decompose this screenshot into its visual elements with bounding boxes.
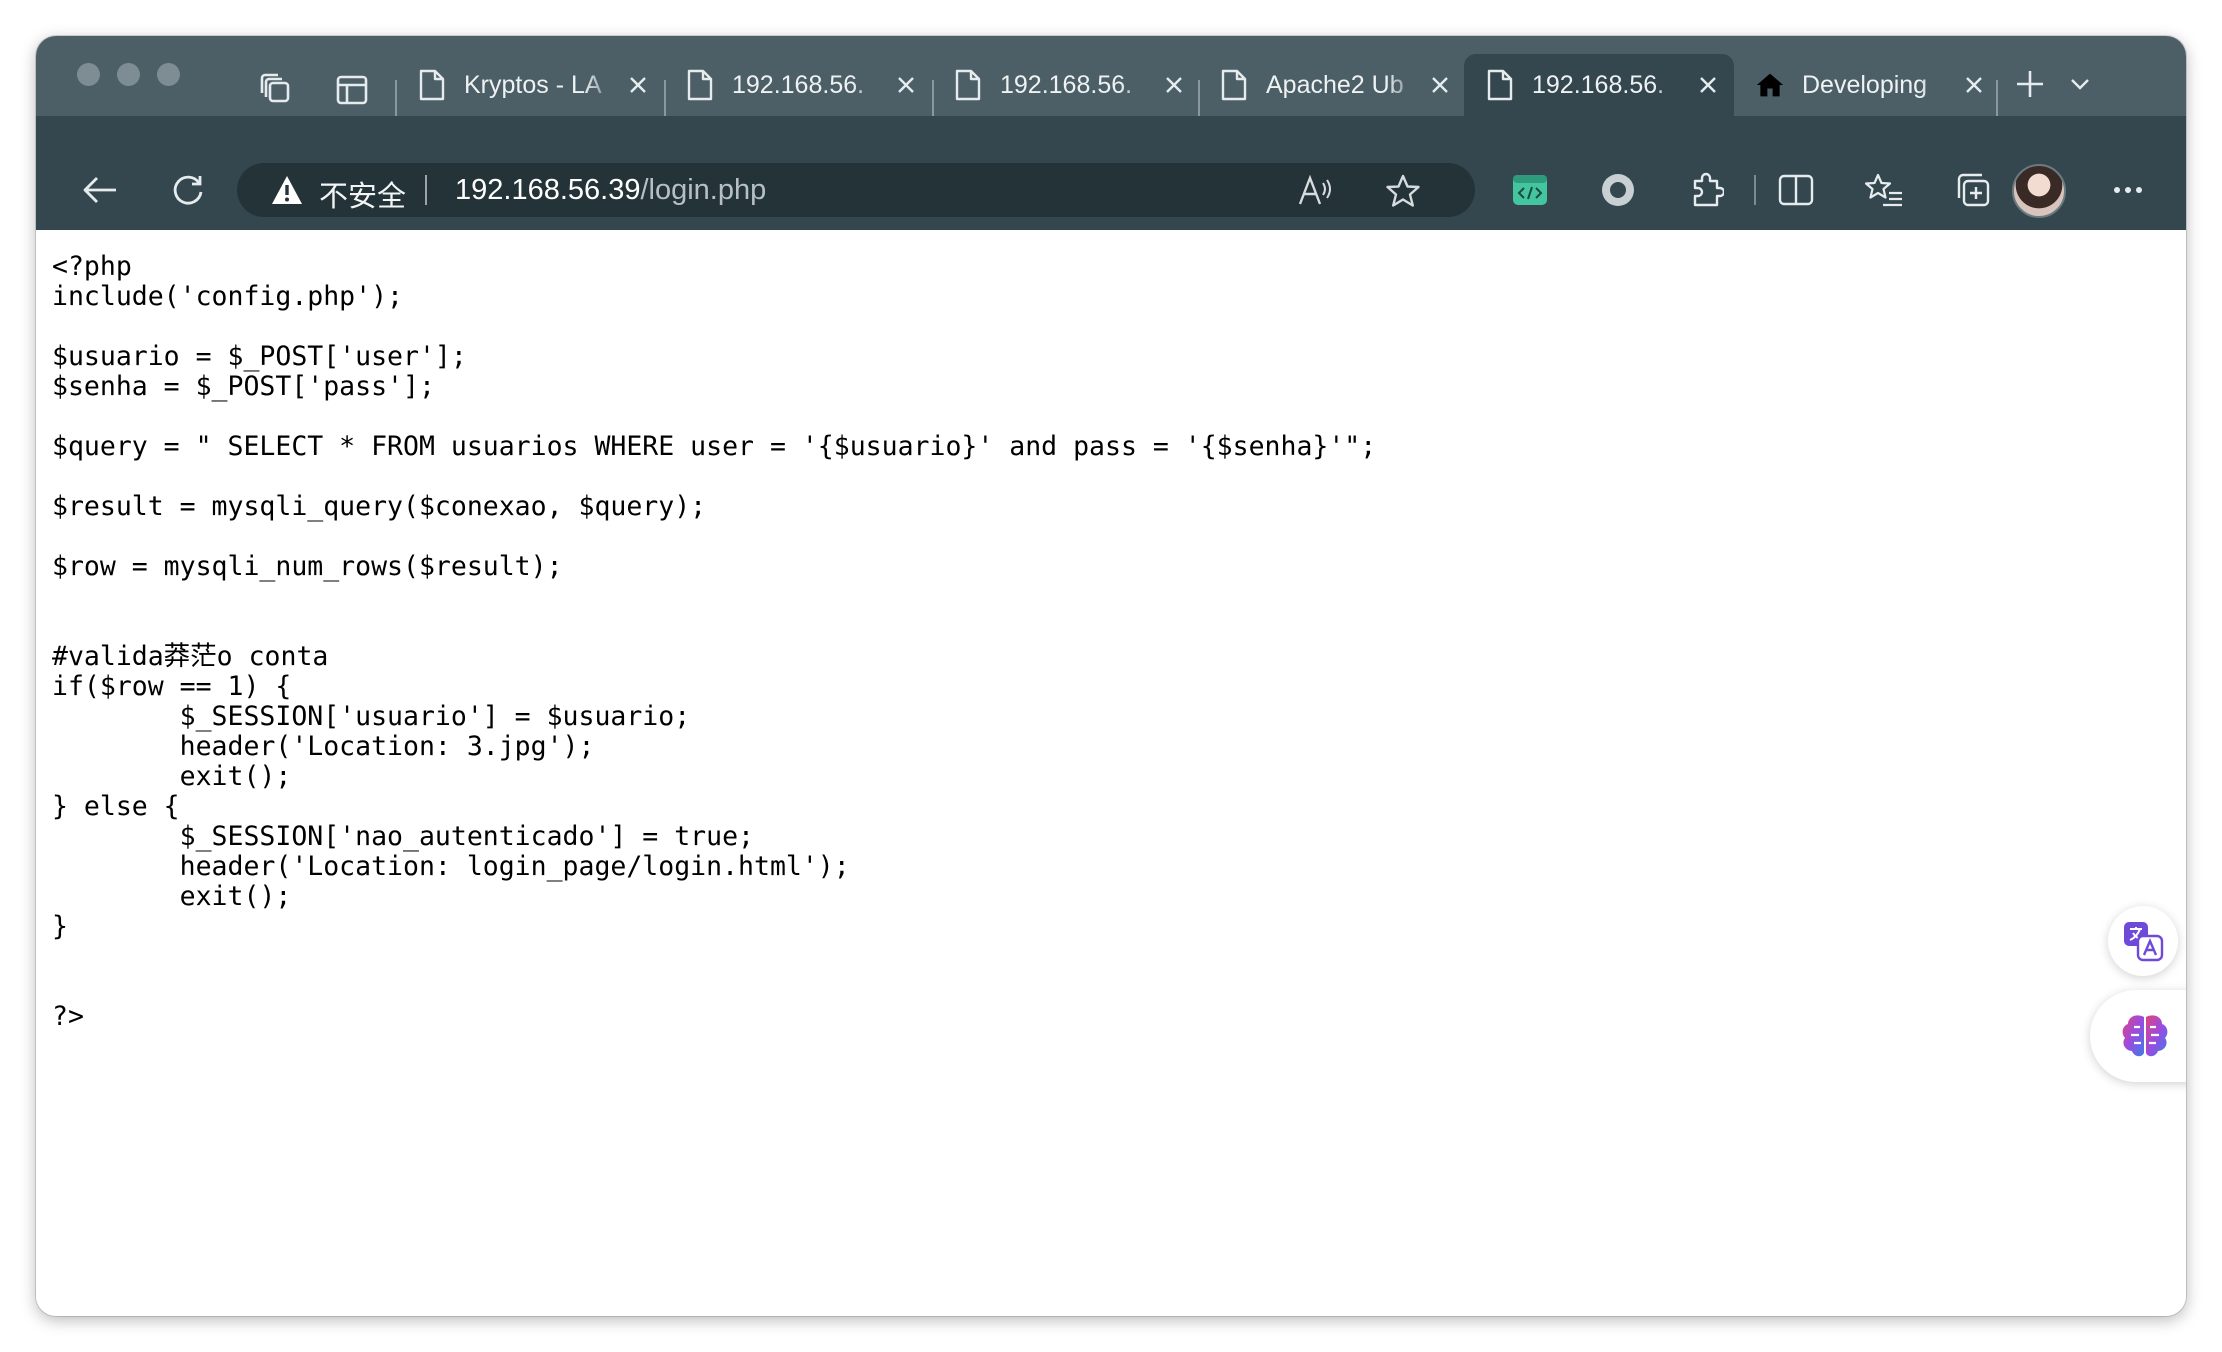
tab-kryptos[interactable]: Kryptos - LA [396, 54, 664, 116]
tab-close-icon[interactable] [1420, 65, 1460, 105]
tab-close-icon[interactable] [1954, 65, 1994, 105]
tab-ip-active[interactable]: 192.168.56. [1464, 54, 1734, 116]
profile-avatar[interactable] [2012, 164, 2066, 218]
read-aloud-icon[interactable] [1287, 163, 1343, 219]
favorite-star-icon[interactable] [1375, 163, 1431, 219]
tab-ip-1[interactable]: 192.168.56. [664, 54, 932, 116]
favorites-list-icon[interactable] [1856, 162, 1912, 218]
tab-close-icon[interactable] [1154, 65, 1194, 105]
refresh-icon[interactable] [160, 162, 216, 218]
document-icon [419, 69, 445, 101]
split-screen-icon[interactable] [1768, 162, 1824, 218]
tab-ip-2[interactable]: 192.168.56. [932, 54, 1200, 116]
window-zoom-button[interactable] [157, 63, 180, 86]
translate-button[interactable] [2108, 906, 2178, 976]
address-bar[interactable]: 不安全 192.168.56.39/login.php [237, 163, 1475, 217]
security-label[interactable]: 不安全 [319, 173, 406, 215]
tab-title: Kryptos - LA [464, 70, 602, 99]
home-icon [1756, 73, 1784, 97]
translate-icon [2124, 922, 2164, 962]
tab-actions-chevron-down-icon[interactable] [2054, 58, 2106, 110]
document-icon [1221, 69, 1247, 101]
window-close-button[interactable] [77, 63, 100, 86]
extensions-puzzle-icon[interactable] [1679, 162, 1735, 218]
tab-close-icon[interactable] [886, 65, 926, 105]
brain-icon [2122, 1015, 2168, 1057]
more-options-icon[interactable] [2100, 162, 2156, 218]
url-text[interactable]: 192.168.56.39/login.php [455, 174, 766, 207]
tab-developing[interactable]: Developing [1734, 54, 2000, 116]
tab-apache2[interactable]: Apache2 Ub [1198, 54, 1466, 116]
tab-strip: Kryptos - LA 192.168.56. 192.168.56. Apa… [36, 36, 2186, 118]
tab-title: Apache2 Ub [1266, 70, 1404, 99]
url-path: /login.php [640, 174, 767, 206]
tab-close-icon[interactable] [618, 65, 658, 105]
collections-icon[interactable] [1945, 162, 2001, 218]
url-host: 192.168.56.39 [455, 174, 641, 206]
document-icon [1487, 69, 1513, 101]
dev-tools-extension-icon[interactable] [1502, 162, 1558, 218]
window-minimize-button[interactable] [117, 63, 140, 86]
document-icon [687, 69, 713, 101]
browser-window: Kryptos - LA 192.168.56. 192.168.56. Apa… [36, 36, 2186, 1316]
workspaces-icon[interactable] [250, 64, 302, 116]
back-arrow-icon[interactable] [72, 162, 128, 218]
document-icon [955, 69, 981, 101]
php-source-text: <?php include('config.php'); $usuario = … [52, 251, 1377, 1032]
tab-close-icon[interactable] [1688, 65, 1728, 105]
tab-title: Developing [1802, 70, 1928, 99]
tab-title: 192.168.56. [1532, 70, 1665, 99]
tab-title: 192.168.56. [732, 70, 865, 99]
vertical-tabs-icon[interactable] [326, 64, 378, 116]
ai-assistant-button[interactable] [2090, 990, 2186, 1082]
warning-icon [272, 176, 302, 204]
tab-title: 192.168.56. [1000, 70, 1133, 99]
page-content: <?php include('config.php'); $usuario = … [36, 230, 2186, 1316]
record-extension-icon[interactable] [1590, 162, 1646, 218]
new-tab-plus-icon[interactable] [2004, 58, 2056, 110]
